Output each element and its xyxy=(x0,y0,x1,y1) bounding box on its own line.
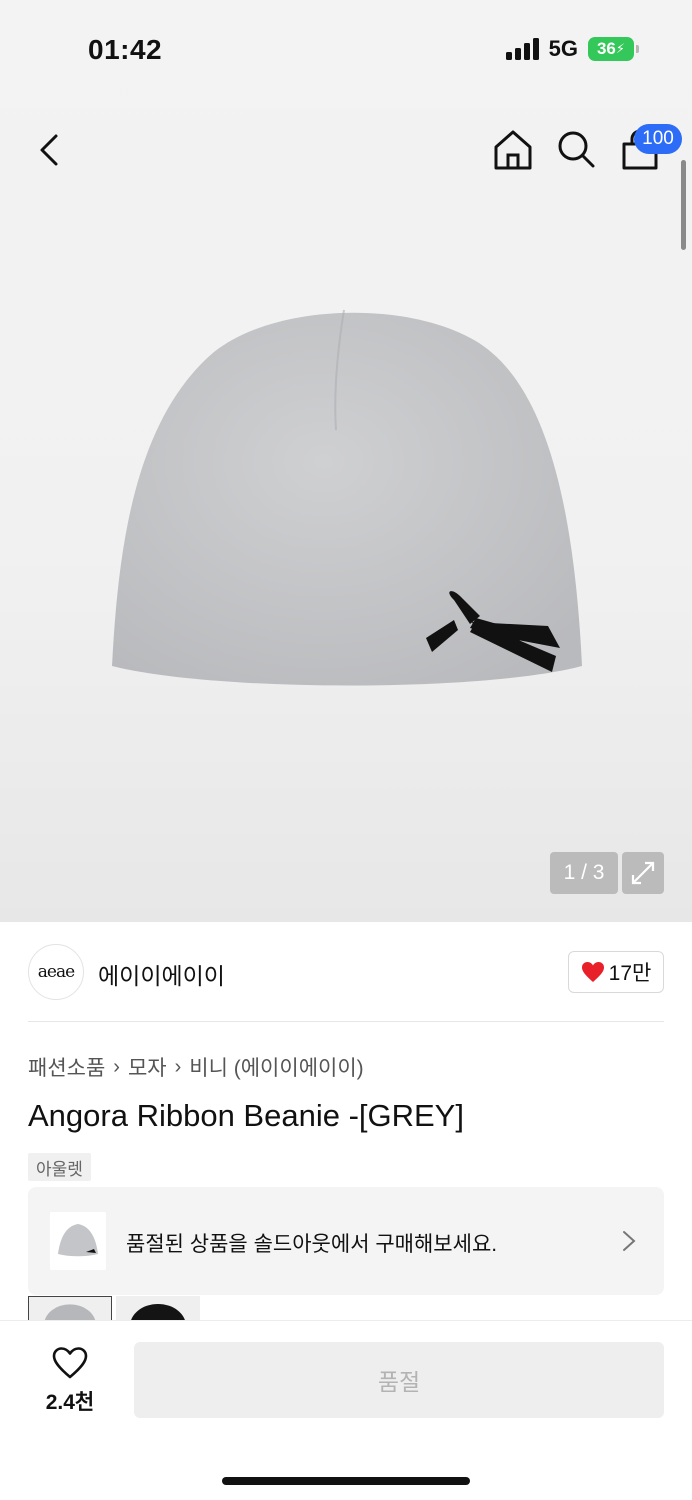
product-image xyxy=(112,309,582,686)
brand-logo-text: aeae xyxy=(37,962,75,982)
home-indicator xyxy=(222,1477,470,1485)
battery-icon: 36 ⚡ xyxy=(588,37,639,61)
banner-thumbnail xyxy=(50,1212,106,1270)
brand-like-count: 17만 xyxy=(608,962,652,985)
brand-name[interactable]: 에이이에이이 xyxy=(98,957,225,991)
chevron-right-icon xyxy=(623,1231,636,1251)
color-swatch-grey[interactable] xyxy=(28,1296,112,1322)
color-swatch-black[interactable] xyxy=(116,1296,200,1322)
divider xyxy=(28,1021,664,1022)
heart-icon xyxy=(581,962,604,982)
wishlist-button[interactable] xyxy=(28,1346,112,1385)
chevron-right-icon: › xyxy=(113,1055,120,1078)
heart-icon xyxy=(52,1347,88,1379)
search-icon[interactable] xyxy=(556,128,596,170)
product-title: Angora Ribbon Beanie -[GREY] xyxy=(28,1098,464,1133)
breadcrumb-item[interactable]: 모자 xyxy=(128,1052,167,1082)
signal-icon xyxy=(505,38,539,60)
wishlist-count: 2.4천 xyxy=(45,1391,95,1414)
breadcrumb-item[interactable]: 비니 (에이이에이이) xyxy=(189,1052,363,1082)
expand-icon xyxy=(631,861,655,885)
soldout-banner-text: 품절된 상품을 솔드아웃에서 구매해보세요. xyxy=(126,1233,498,1256)
soldout-button[interactable]: 품절 xyxy=(134,1342,664,1418)
network-type: 5G xyxy=(548,36,578,61)
expand-button[interactable] xyxy=(622,852,664,894)
brand-logo[interactable]: aeae xyxy=(28,944,84,1000)
outlet-tag: 아울렛 xyxy=(28,1153,91,1181)
battery-level: 36 xyxy=(596,39,616,58)
status-indicators: 5G 36 ⚡ xyxy=(505,36,639,62)
brand-like-button[interactable]: 17만 xyxy=(568,951,664,993)
breadcrumb: 패션소품 › 모자 › 비니 (에이이에이이) xyxy=(28,1052,364,1082)
home-icon[interactable] xyxy=(492,128,534,172)
status-time: 01:42 xyxy=(88,34,163,65)
chevron-right-icon: › xyxy=(174,1055,182,1078)
image-counter: 1 / 3 xyxy=(550,852,618,894)
breadcrumb-item[interactable]: 패션소품 xyxy=(28,1052,105,1082)
back-icon[interactable] xyxy=(34,130,66,170)
cart-count-badge: 100 xyxy=(634,124,682,154)
scroll-indicator xyxy=(681,160,686,250)
